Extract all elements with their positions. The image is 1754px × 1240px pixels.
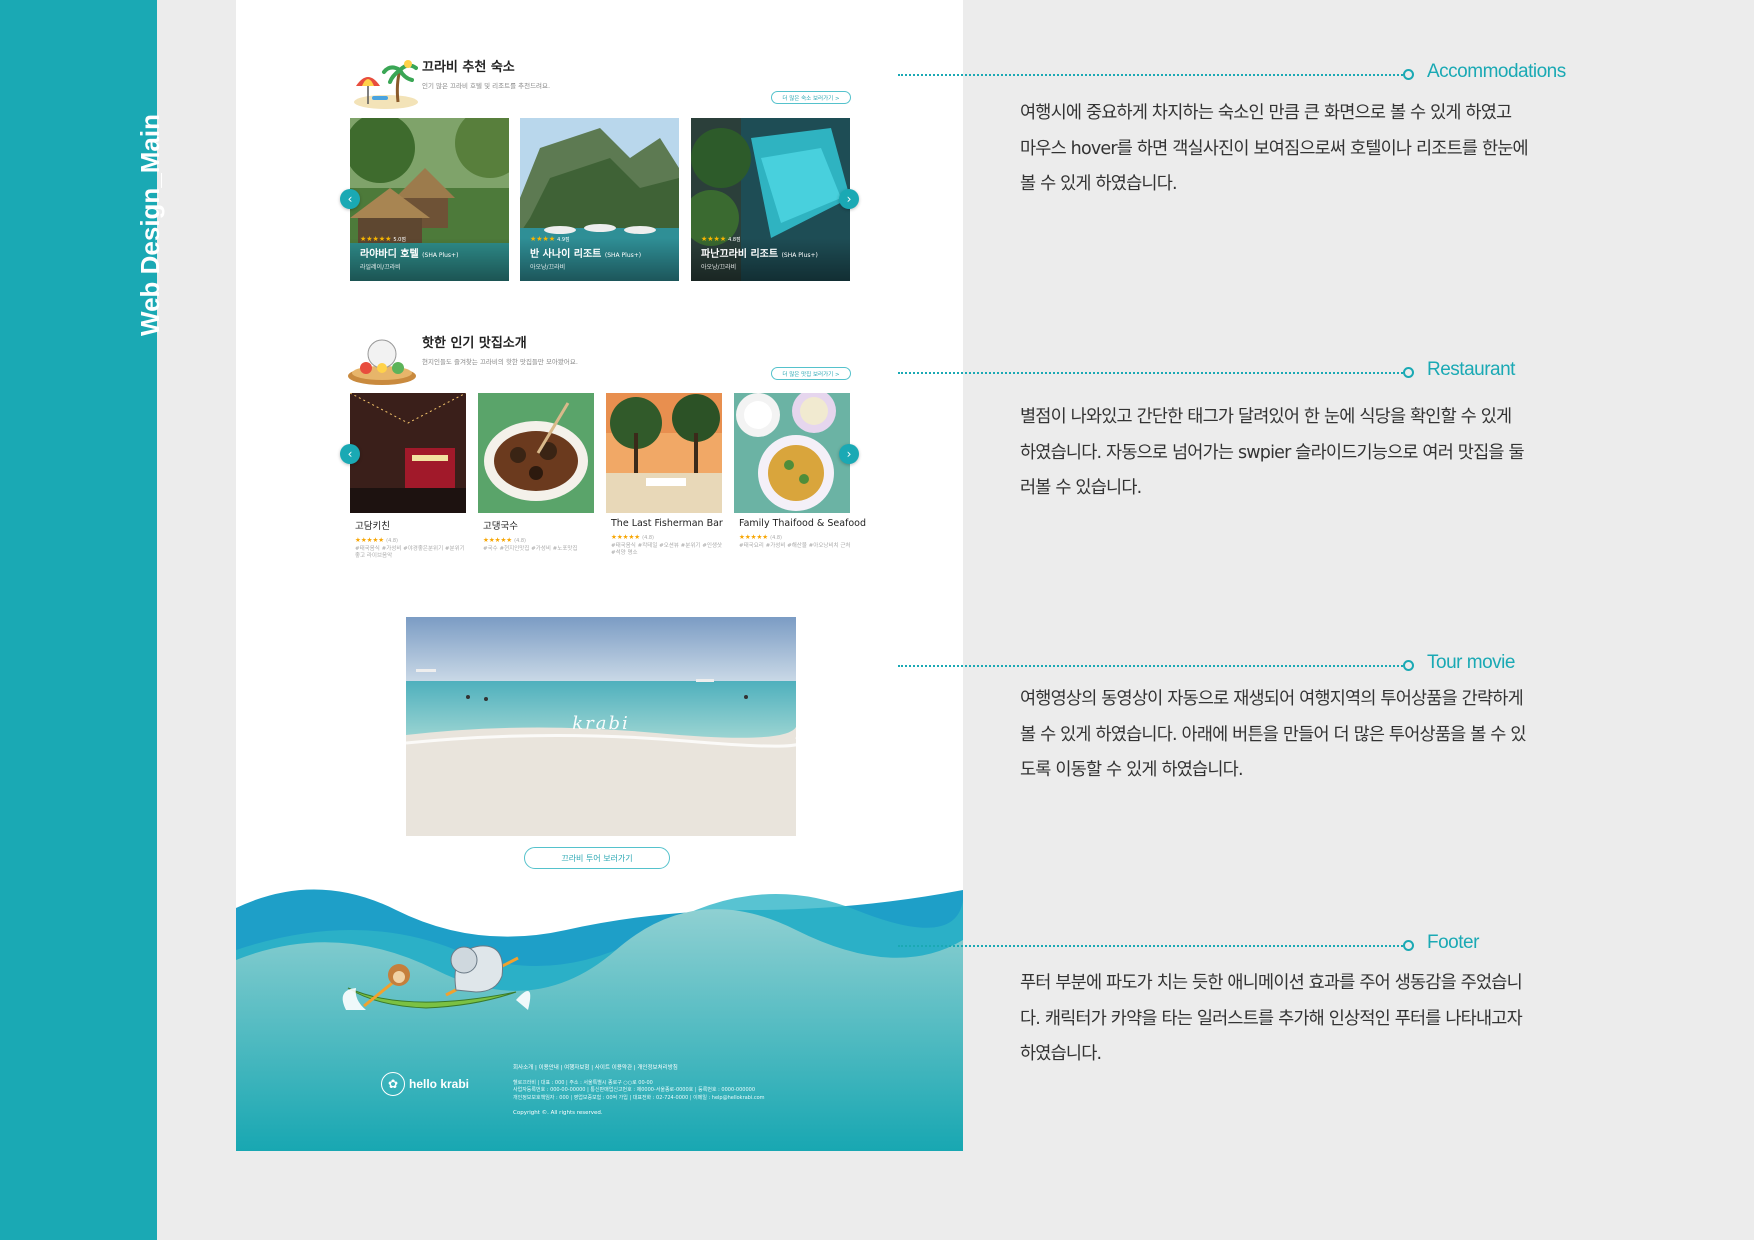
restaurant-item[interactable]: 고담키친 ★★★★★ (4.8) #태국음식 #가성비 #야경좋은분위기 #분위기…: [355, 518, 471, 561]
restaurant-photo[interactable]: [350, 393, 466, 513]
footer-company-info: 헬로끄라비 | 대표 : 000 | 주소 : 서울특별시 종로구 ○○로 00…: [513, 1080, 765, 1101]
restaurants-subtitle: 현지인들도 즐겨찾는 끄라비의 핫한 맛집들만 모아봤어요.: [422, 358, 578, 366]
food-illustration-icon: [348, 339, 416, 385]
hotel-name: 반 사나이 리조트: [530, 249, 602, 260]
more-accommodations-button[interactable]: 더 많은 숙소 보러가기 >: [771, 91, 851, 104]
annotation-dot-icon: [1403, 367, 1414, 378]
annotation-title: Restaurant: [1427, 359, 1515, 380]
restaurant-photo[interactable]: [606, 393, 722, 513]
restaurant-rating: ★★★★★ (4.8): [739, 533, 782, 541]
annotation-connector: [898, 372, 1406, 374]
footer-logo[interactable]: ✿ hello krabi: [381, 1072, 469, 1096]
hotel-card[interactable]: ★★★★ 4.8점 파난끄라비 리조트 (SHA Plus+) 아오낭/끄라비: [691, 118, 850, 281]
restaurant-item[interactable]: Family Thaifood & Seafood ★★★★★ (4.8) #태국…: [739, 518, 867, 550]
accommodations-title: 끄라비 추천 숙소: [422, 60, 515, 75]
hotel-location: 아오낭/끄라비: [701, 264, 737, 271]
restaurant-tags: #태국음식 #가성비 #야경좋은분위기 #분위기 좋고 라이브음악: [355, 546, 465, 560]
restaurant-item[interactable]: 고댕국수 ★★★★★ (4.8) #국수 #현지인맛집 #가성비 #노포맛집: [483, 518, 599, 553]
restaurant-name: The Last Fisherman Bar: [611, 518, 723, 529]
annotation-connector: [898, 665, 1406, 667]
annotation-body: 여행영상의 동영상이 자동으로 재생되어 여행지역의 투어상품을 간략하게 볼 수…: [1020, 689, 1526, 780]
restaurants-next-button[interactable]: ›: [839, 444, 859, 464]
restaurant-rating: ★★★★★ (4.8): [611, 533, 654, 541]
logo-icon: ✿: [381, 1072, 405, 1096]
hotel-name: 파난끄라비 리조트: [701, 249, 779, 260]
tour-video[interactable]: krabi: [406, 617, 796, 836]
sidebar: Web Design_Main: [0, 0, 165, 1240]
restaurant-name: 고담키친: [355, 521, 390, 532]
annotation-connector: [898, 74, 1406, 76]
restaurant-tags: #태국요리 #가성비 #해산물 #아오낭비치 근처: [739, 543, 851, 549]
annotation-body: 여행시에 중요하게 차지하는 숙소인 만큼 큰 화면으로 볼 수 있게 하였고 마…: [1020, 103, 1529, 194]
accommodations-header: 끄라비 추천 숙소 인기 많은 끄라비 호텔 및 리조트를 추천드려요.: [346, 56, 550, 112]
annotation-title: Accommodations: [1427, 61, 1566, 82]
web-mockup: 끄라비 추천 숙소 인기 많은 끄라비 호텔 및 리조트를 추천드려요. 더 많…: [236, 0, 963, 1151]
accommodations-subtitle: 인기 많은 끄라비 호텔 및 리조트를 추천드려요.: [422, 82, 551, 90]
annotation-dot-icon: [1403, 69, 1414, 80]
restaurant-photo[interactable]: [734, 393, 850, 513]
hotel-card[interactable]: ★★★★★ 5.0점 라야바디 호텔 (SHA Plus+) 라일레이/끄라비: [350, 118, 509, 281]
footer-copyright: Copyright ©. All rights reserved.: [513, 1110, 603, 1116]
restaurant-tags: #태국음식 #칵테일 #오션뷰 #분위기 #인생샷 #석양 명소: [611, 543, 722, 557]
restaurants-header: 핫한 인기 맛집소개 현지인들도 즐겨찾는 끄라비의 핫한 맛집들만 모아봤어요…: [346, 332, 578, 388]
hotel-location: 아오낭/끄라비: [530, 264, 566, 271]
footer-links[interactable]: 회사소개 | 이용안내 | 여행자보험 | 사이트 이용약관 | 개인정보처리방…: [513, 1063, 678, 1071]
video-overlay-text: krabi: [572, 713, 630, 734]
sidebar-title: Web Design_Main: [135, 113, 165, 336]
accommodations-prev-button[interactable]: ‹: [340, 189, 360, 209]
hotel-location: 라일레이/끄라비: [360, 264, 401, 271]
restaurant-name: 고댕국수: [483, 521, 518, 532]
hotel-card[interactable]: ★★★★ 4.9점 반 사나이 리조트 (SHA Plus+) 아오낭/끄라비: [520, 118, 679, 281]
annotation-connector: [898, 945, 1406, 947]
more-restaurants-button[interactable]: 더 많은 맛집 보러가기 >: [771, 367, 851, 380]
restaurant-rating: ★★★★★ (4.8): [355, 536, 398, 544]
beach-illustration-icon: [354, 60, 418, 109]
restaurant-photo[interactable]: [478, 393, 594, 513]
restaurant-item[interactable]: The Last Fisherman Bar ★★★★★ (4.8) #태국음식 …: [611, 518, 727, 558]
accommodations-next-button[interactable]: ›: [839, 189, 859, 209]
annotation-dot-icon: [1403, 660, 1414, 671]
tour-button[interactable]: 끄라비 투어 보러가기: [524, 847, 670, 869]
annotation-body: 별점이 나와있고 간단한 태그가 달려있어 한 눈에 식당을 확인할 수 있게 하…: [1020, 407, 1525, 498]
annotation-title: Footer: [1427, 932, 1479, 953]
restaurant-rating: ★★★★★ (4.8): [483, 536, 526, 544]
footer-logo-text: hello krabi: [409, 1077, 470, 1091]
annotation-body: 푸터 부분에 파도가 치는 듯한 애니메이션 효과를 주어 생동감을 주었습니 다…: [1020, 973, 1523, 1064]
restaurant-tags: #국수 #현지인맛집 #가성비 #노포맛집: [483, 546, 578, 552]
restaurants-title: 핫한 인기 맛집소개: [422, 336, 527, 351]
annotation-title: Tour movie: [1427, 652, 1515, 673]
restaurants-prev-button[interactable]: ‹: [340, 444, 360, 464]
hotel-name: 라야바디 호텔: [360, 249, 419, 260]
restaurant-name: Family Thaifood & Seafood: [739, 518, 867, 529]
annotation-dot-icon: [1403, 940, 1414, 951]
